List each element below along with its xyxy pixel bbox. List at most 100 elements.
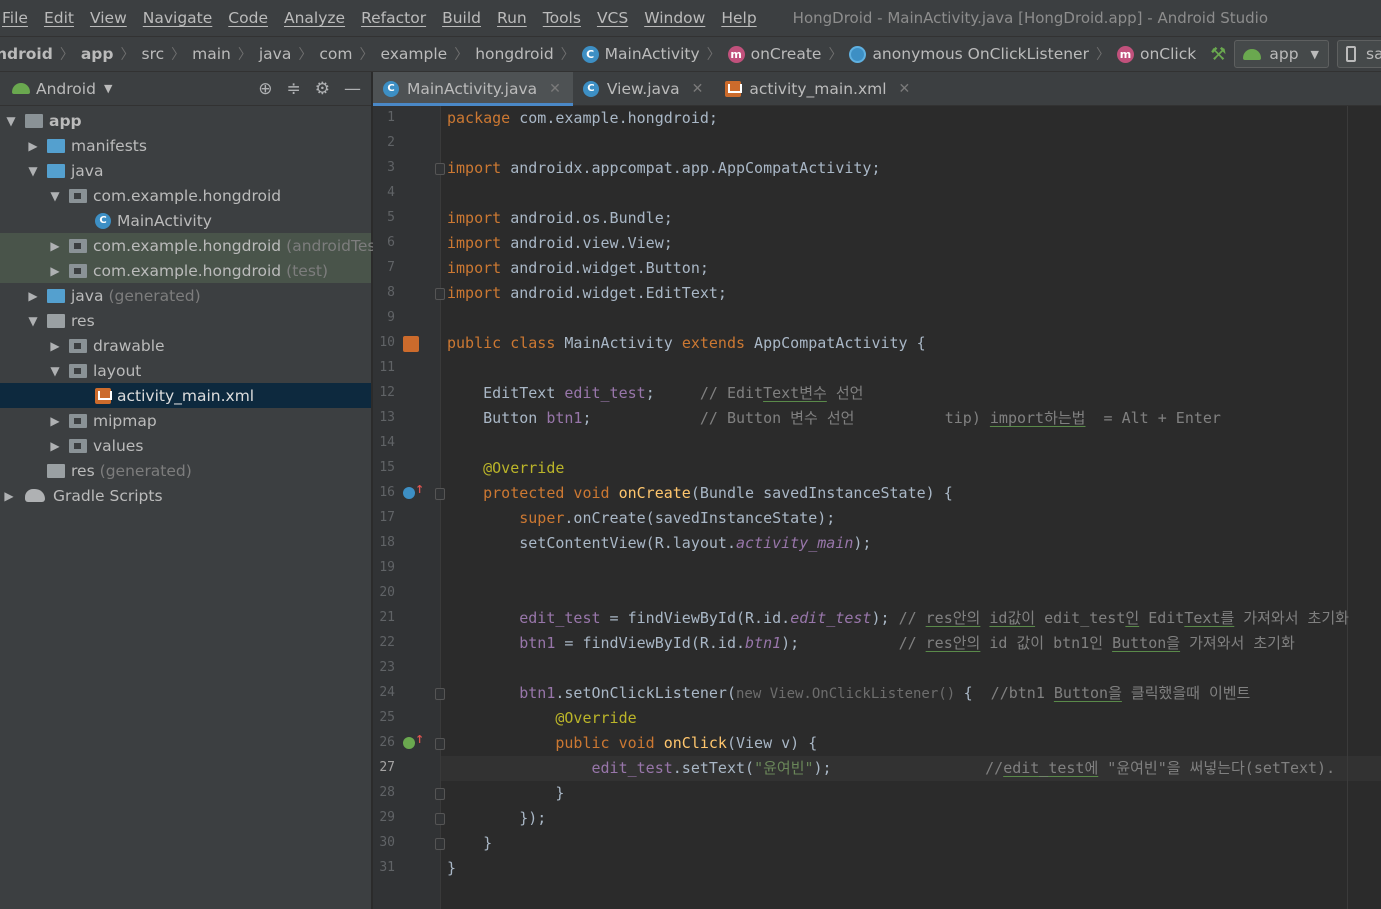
- menu-refactor[interactable]: Refactor: [353, 9, 434, 27]
- breadcrumb-inner-method[interactable]: m onClick: [1116, 45, 1196, 63]
- locate-file-icon[interactable]: ⊕: [258, 79, 272, 99]
- device-dropdown[interactable]: samsung SM-G986N▼: [1337, 40, 1381, 68]
- run-config-dropdown[interactable]: app ▼: [1234, 40, 1330, 68]
- close-icon[interactable]: ✕: [899, 81, 911, 97]
- collapsed-arrow-icon[interactable]: ▶: [2, 489, 16, 503]
- fold-marker-icon[interactable]: [435, 688, 445, 700]
- tree-item-app[interactable]: ▼ app: [0, 108, 371, 133]
- breadcrumb-main[interactable]: main 〉: [192, 44, 259, 64]
- tree-item-gradle-scripts[interactable]: ▶ Gradle Scripts: [0, 483, 371, 508]
- breadcrumb-method[interactable]: m onCreate 〉: [727, 44, 850, 64]
- tab-mainactivity-java[interactable]: C MainActivity.java ✕: [373, 72, 573, 106]
- tree-item-label: com.example.hongdroid: [93, 236, 282, 255]
- menu-view[interactable]: View: [82, 9, 135, 27]
- tree-item-res-generated[interactable]: res (generated): [0, 458, 371, 483]
- code-text: (View v) {: [726, 734, 818, 752]
- collapsed-arrow-icon[interactable]: ▶: [48, 414, 62, 428]
- tree-item-package-test[interactable]: ▶ com.example.hongdroid (test): [0, 258, 371, 283]
- tree-item-mainactivity[interactable]: C MainActivity: [0, 208, 371, 233]
- tree-item-layout[interactable]: ▼ layout: [0, 358, 371, 383]
- code-text: .onCreate(savedInstanceState);: [564, 509, 836, 527]
- fold-marker-icon[interactable]: [435, 788, 445, 800]
- line-number: 6: [387, 235, 395, 250]
- fold-marker-icon[interactable]: [435, 813, 445, 825]
- menu-run[interactable]: Run: [489, 9, 535, 27]
- layout-xml-icon: [95, 387, 112, 404]
- close-icon[interactable]: ✕: [549, 81, 561, 97]
- line-number: 7: [387, 260, 395, 275]
- tree-item-res[interactable]: ▼ res: [0, 308, 371, 333]
- expanded-arrow-icon[interactable]: ▼: [26, 314, 40, 328]
- menu-help[interactable]: Help: [713, 9, 764, 27]
- tab-view-java[interactable]: C View.java ✕: [573, 72, 716, 105]
- build-hammer-icon[interactable]: ⚒: [1210, 43, 1226, 65]
- line-number: 12: [379, 385, 395, 400]
- tree-item-package-androidtest[interactable]: ▶ com.example.hongdroid (androidTest): [0, 233, 388, 258]
- fold-marker-icon[interactable]: [435, 838, 445, 850]
- menu-code[interactable]: Code: [220, 9, 276, 27]
- tab-activity-main-xml[interactable]: activity_main.xml ✕: [715, 72, 922, 105]
- menu-tools[interactable]: Tools: [535, 9, 589, 27]
- minimize-icon[interactable]: —: [344, 79, 361, 99]
- tree-item-java[interactable]: ▼ java: [0, 158, 371, 183]
- project-view-selector[interactable]: Android: [36, 80, 96, 98]
- line-number: 29: [379, 810, 395, 825]
- tree-item-label: java: [71, 286, 104, 305]
- static-field: edit_test: [790, 609, 872, 627]
- menu-analyze[interactable]: Analyze: [276, 9, 353, 27]
- collapsed-arrow-icon[interactable]: ▶: [26, 139, 40, 153]
- code-editor[interactable]: ↑ ↑ 1 2 3 4 5 6 7 8 9 10 11 12 13 14 15 16 17 18 19 20 21 22 2…: [373, 106, 1381, 909]
- menu-navigate[interactable]: Navigate: [135, 9, 221, 27]
- code-area[interactable]: package com.example.hongdroid; import an…: [447, 106, 1377, 909]
- breadcrumb-com[interactable]: com 〉: [319, 44, 380, 64]
- collapse-all-icon[interactable]: ≑: [287, 79, 301, 99]
- tree-item-values[interactable]: ▶ values: [0, 433, 371, 458]
- tree-item-activity-main-xml[interactable]: activity_main.xml: [0, 383, 371, 408]
- expanded-arrow-icon[interactable]: ▼: [4, 114, 18, 128]
- menu-window[interactable]: Window: [636, 9, 713, 27]
- chevron-down-icon: ▼: [1310, 47, 1320, 61]
- fold-marker-icon[interactable]: [435, 163, 445, 175]
- menu-edit[interactable]: Edit: [36, 9, 82, 27]
- tree-item-package-main[interactable]: ▼ com.example.hongdroid: [0, 183, 371, 208]
- chevron-down-icon[interactable]: ▼: [104, 82, 112, 95]
- menu-build[interactable]: Build: [434, 9, 489, 27]
- related-layout-icon[interactable]: [403, 336, 419, 352]
- tree-item-java-generated[interactable]: ▶ java (generated): [0, 283, 371, 308]
- breadcrumb-anonymous[interactable]: anonymous OnClickListener 〉: [849, 44, 1117, 64]
- gear-icon[interactable]: ⚙: [315, 79, 330, 99]
- collapsed-arrow-icon[interactable]: ▶: [48, 264, 62, 278]
- tree-item-suffix: (generated): [108, 286, 201, 305]
- tree-item-manifests[interactable]: ▶ manifests: [0, 133, 371, 158]
- tree-item-drawable[interactable]: ▶ drawable: [0, 333, 371, 358]
- code-line-17: super.onCreate(savedInstanceState);: [447, 506, 835, 531]
- folded-code-hint[interactable]: new View.OnClickListener(): [736, 686, 964, 702]
- menu-file[interactable]: File: [0, 9, 36, 27]
- fold-marker-icon[interactable]: [435, 288, 445, 300]
- collapsed-arrow-icon[interactable]: ▶: [48, 239, 62, 253]
- expanded-arrow-icon[interactable]: ▼: [48, 189, 62, 203]
- collapsed-arrow-icon[interactable]: ▶: [26, 289, 40, 303]
- chevron-right-icon: 〉: [560, 47, 575, 63]
- breadcrumb-java[interactable]: java 〉: [259, 44, 319, 64]
- close-icon[interactable]: ✕: [692, 81, 704, 97]
- breadcrumb-example[interactable]: example 〉: [380, 44, 475, 64]
- collapsed-arrow-icon[interactable]: ▶: [48, 439, 62, 453]
- menu-vcs[interactable]: VCS: [589, 9, 636, 27]
- implement-method-icon[interactable]: [403, 737, 415, 749]
- breadcrumb-class[interactable]: C MainActivity 〉: [581, 44, 728, 64]
- collapsed-arrow-icon[interactable]: ▶: [48, 339, 62, 353]
- breadcrumb-src[interactable]: src 〉: [142, 44, 193, 64]
- fold-marker-icon[interactable]: [435, 738, 445, 750]
- arrow-up-icon: ↑: [415, 733, 425, 746]
- override-method-icon[interactable]: [403, 487, 415, 499]
- tree-item-mipmap[interactable]: ▶ mipmap: [0, 408, 371, 433]
- breadcrumb-module[interactable]: app 〉: [81, 44, 142, 64]
- expanded-arrow-icon[interactable]: ▼: [48, 364, 62, 378]
- breadcrumb-hongdroid[interactable]: hongdroid 〉: [475, 44, 581, 64]
- breadcrumb-project[interactable]: ndroid 〉: [0, 44, 81, 64]
- generated-folder-icon: [47, 288, 65, 303]
- fold-marker-icon[interactable]: [435, 488, 445, 500]
- editor-gutter[interactable]: ↑ ↑ 1 2 3 4 5 6 7 8 9 10 11 12 13 14 15 16 17 18 19 20 21 22 2…: [373, 106, 445, 909]
- expanded-arrow-icon[interactable]: ▼: [26, 164, 40, 178]
